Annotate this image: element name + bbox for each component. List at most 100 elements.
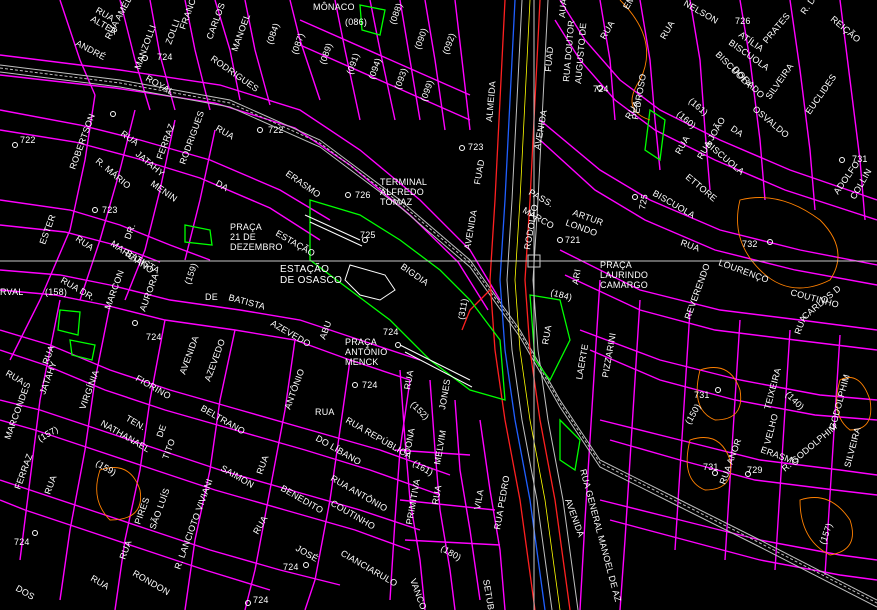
map-label: BATISTA xyxy=(124,248,162,275)
map-label: SAIMON xyxy=(219,463,256,490)
map-label: (086) xyxy=(345,17,367,27)
map-label: FUAD xyxy=(472,158,486,185)
map-label: CARLOS xyxy=(204,1,226,40)
map-label: (092) xyxy=(440,32,457,56)
map-label: 723 xyxy=(468,142,484,152)
map-label: 726 xyxy=(735,16,751,26)
map-label: 724 xyxy=(362,380,378,390)
map-label: MANZOLLI xyxy=(132,23,157,70)
map-label: AVENIDA xyxy=(462,209,479,250)
map-label: PRAÇA ANTÔNIO MENCK xyxy=(345,337,387,367)
map-label: 729 xyxy=(747,465,763,475)
map-label: 724 xyxy=(157,52,173,62)
map-label: VIRGÍNIA xyxy=(77,369,100,411)
map-label: DA xyxy=(729,123,745,139)
map-label: TITO xyxy=(160,437,177,460)
map-label: (161) xyxy=(411,458,435,478)
map-label: BIGDIA xyxy=(399,261,431,287)
map-label: LAERTE xyxy=(574,343,590,380)
map-label: FUAD xyxy=(543,46,555,72)
map-label: MARCONDES xyxy=(2,381,32,441)
map-label: RUA xyxy=(251,514,269,536)
map-label: DR. xyxy=(122,222,137,241)
map-label: RUA xyxy=(315,407,335,417)
map-label: 731 xyxy=(703,462,719,472)
map-label: 725 xyxy=(360,230,376,240)
map-label: AVENIDA xyxy=(563,497,586,538)
map-label: PIRES xyxy=(132,496,151,526)
map-label: DA xyxy=(214,178,230,193)
map-label: (140) xyxy=(784,389,807,412)
map-label: (184) xyxy=(549,287,573,302)
map-label: (090) xyxy=(412,27,429,51)
map-label: AUAD xyxy=(557,0,569,18)
map-label: TEIXEIRA xyxy=(762,367,783,411)
map-label: REVERENDO xyxy=(682,262,712,321)
map-label: (157) xyxy=(36,424,60,444)
map-label: 724 xyxy=(146,332,162,342)
map-label: RUA xyxy=(74,233,96,252)
map-label: (159) xyxy=(94,458,118,478)
map-label: VANCO xyxy=(408,577,428,610)
map-label: 731 xyxy=(694,390,710,400)
map-label: RUA xyxy=(214,123,236,141)
map-label: MARCON xyxy=(102,269,125,311)
map-label: RUA PEDRO xyxy=(492,475,511,531)
map-label: FIORINO xyxy=(134,373,173,401)
map-label: (158) xyxy=(45,287,67,297)
map-label: AVENIDA xyxy=(177,334,200,375)
map-label: FRANCISCO xyxy=(177,0,205,31)
map-label: ZOLLI xyxy=(163,18,181,46)
map-label: ALMEIDA xyxy=(484,81,498,123)
cad-street-map: RUAALTER ANDRÉ RUA AMÉLIA MANZOLLI FRANC… xyxy=(0,0,877,610)
railway-corridor xyxy=(0,64,877,608)
street-blocks xyxy=(0,0,877,610)
street-labels: RUAALTER ANDRÉ RUA AMÉLIA MANZOLLI FRANC… xyxy=(0,0,874,610)
map-label: (157) xyxy=(817,522,834,546)
map-label: CIANCIARULO xyxy=(339,548,399,589)
map-label: (084) xyxy=(264,22,281,46)
map-label: PRAÇA LAURINDO CAMARGO xyxy=(600,260,648,290)
map-label: (150) xyxy=(683,402,703,426)
map-label: NELSON xyxy=(682,0,720,26)
map-label: JOSÉ xyxy=(294,543,320,564)
map-label: 721 xyxy=(565,235,581,245)
map-label: 722 xyxy=(268,125,284,135)
map-label: (099) xyxy=(418,79,435,103)
map-label: RUA xyxy=(89,573,111,591)
map-label: BISCUOLA xyxy=(651,188,697,220)
map-label: 726 xyxy=(355,190,371,200)
map-label: RUA xyxy=(792,314,808,336)
map-label: OSVALDO xyxy=(751,104,791,140)
map-label: (091) xyxy=(344,52,361,76)
map-label: MENIN xyxy=(149,178,179,203)
map-label: 724 xyxy=(14,537,30,547)
map-label: MANOEL xyxy=(229,12,252,52)
map-label: 724 xyxy=(593,84,609,94)
map-label: (152) xyxy=(409,399,432,422)
map-label: SETUBAL xyxy=(481,579,498,610)
map-label: EUCLIDES xyxy=(803,72,838,116)
map-label: 722 xyxy=(20,135,36,145)
map-label: MÔNACO xyxy=(313,2,355,12)
map-label: 723 xyxy=(102,205,118,215)
map-label: VILA xyxy=(472,489,485,511)
map-label: 725 xyxy=(637,193,650,210)
map-label: R. DA xyxy=(798,0,821,16)
map-label: FERRAZ xyxy=(154,122,176,161)
map-label: JONES xyxy=(437,378,452,410)
map-label: RUA xyxy=(679,237,701,253)
map-label: RODRIGUES xyxy=(209,53,261,93)
map-label: 732 xyxy=(742,239,758,249)
map-label: RUA xyxy=(673,134,691,156)
map-label: RONDON xyxy=(131,568,172,597)
map-label: RUA xyxy=(540,324,553,345)
map-label: AZEVEDO xyxy=(202,338,227,383)
map-label: 724 xyxy=(383,327,399,337)
map-label: (089) xyxy=(317,42,334,66)
map-label: (093) xyxy=(392,67,409,91)
map-label: SÃO LUÍS xyxy=(147,487,171,531)
map-label: R. MÁRIO xyxy=(94,156,133,191)
map-label: JATAHY xyxy=(37,360,58,396)
map-label: RUA xyxy=(658,19,676,41)
